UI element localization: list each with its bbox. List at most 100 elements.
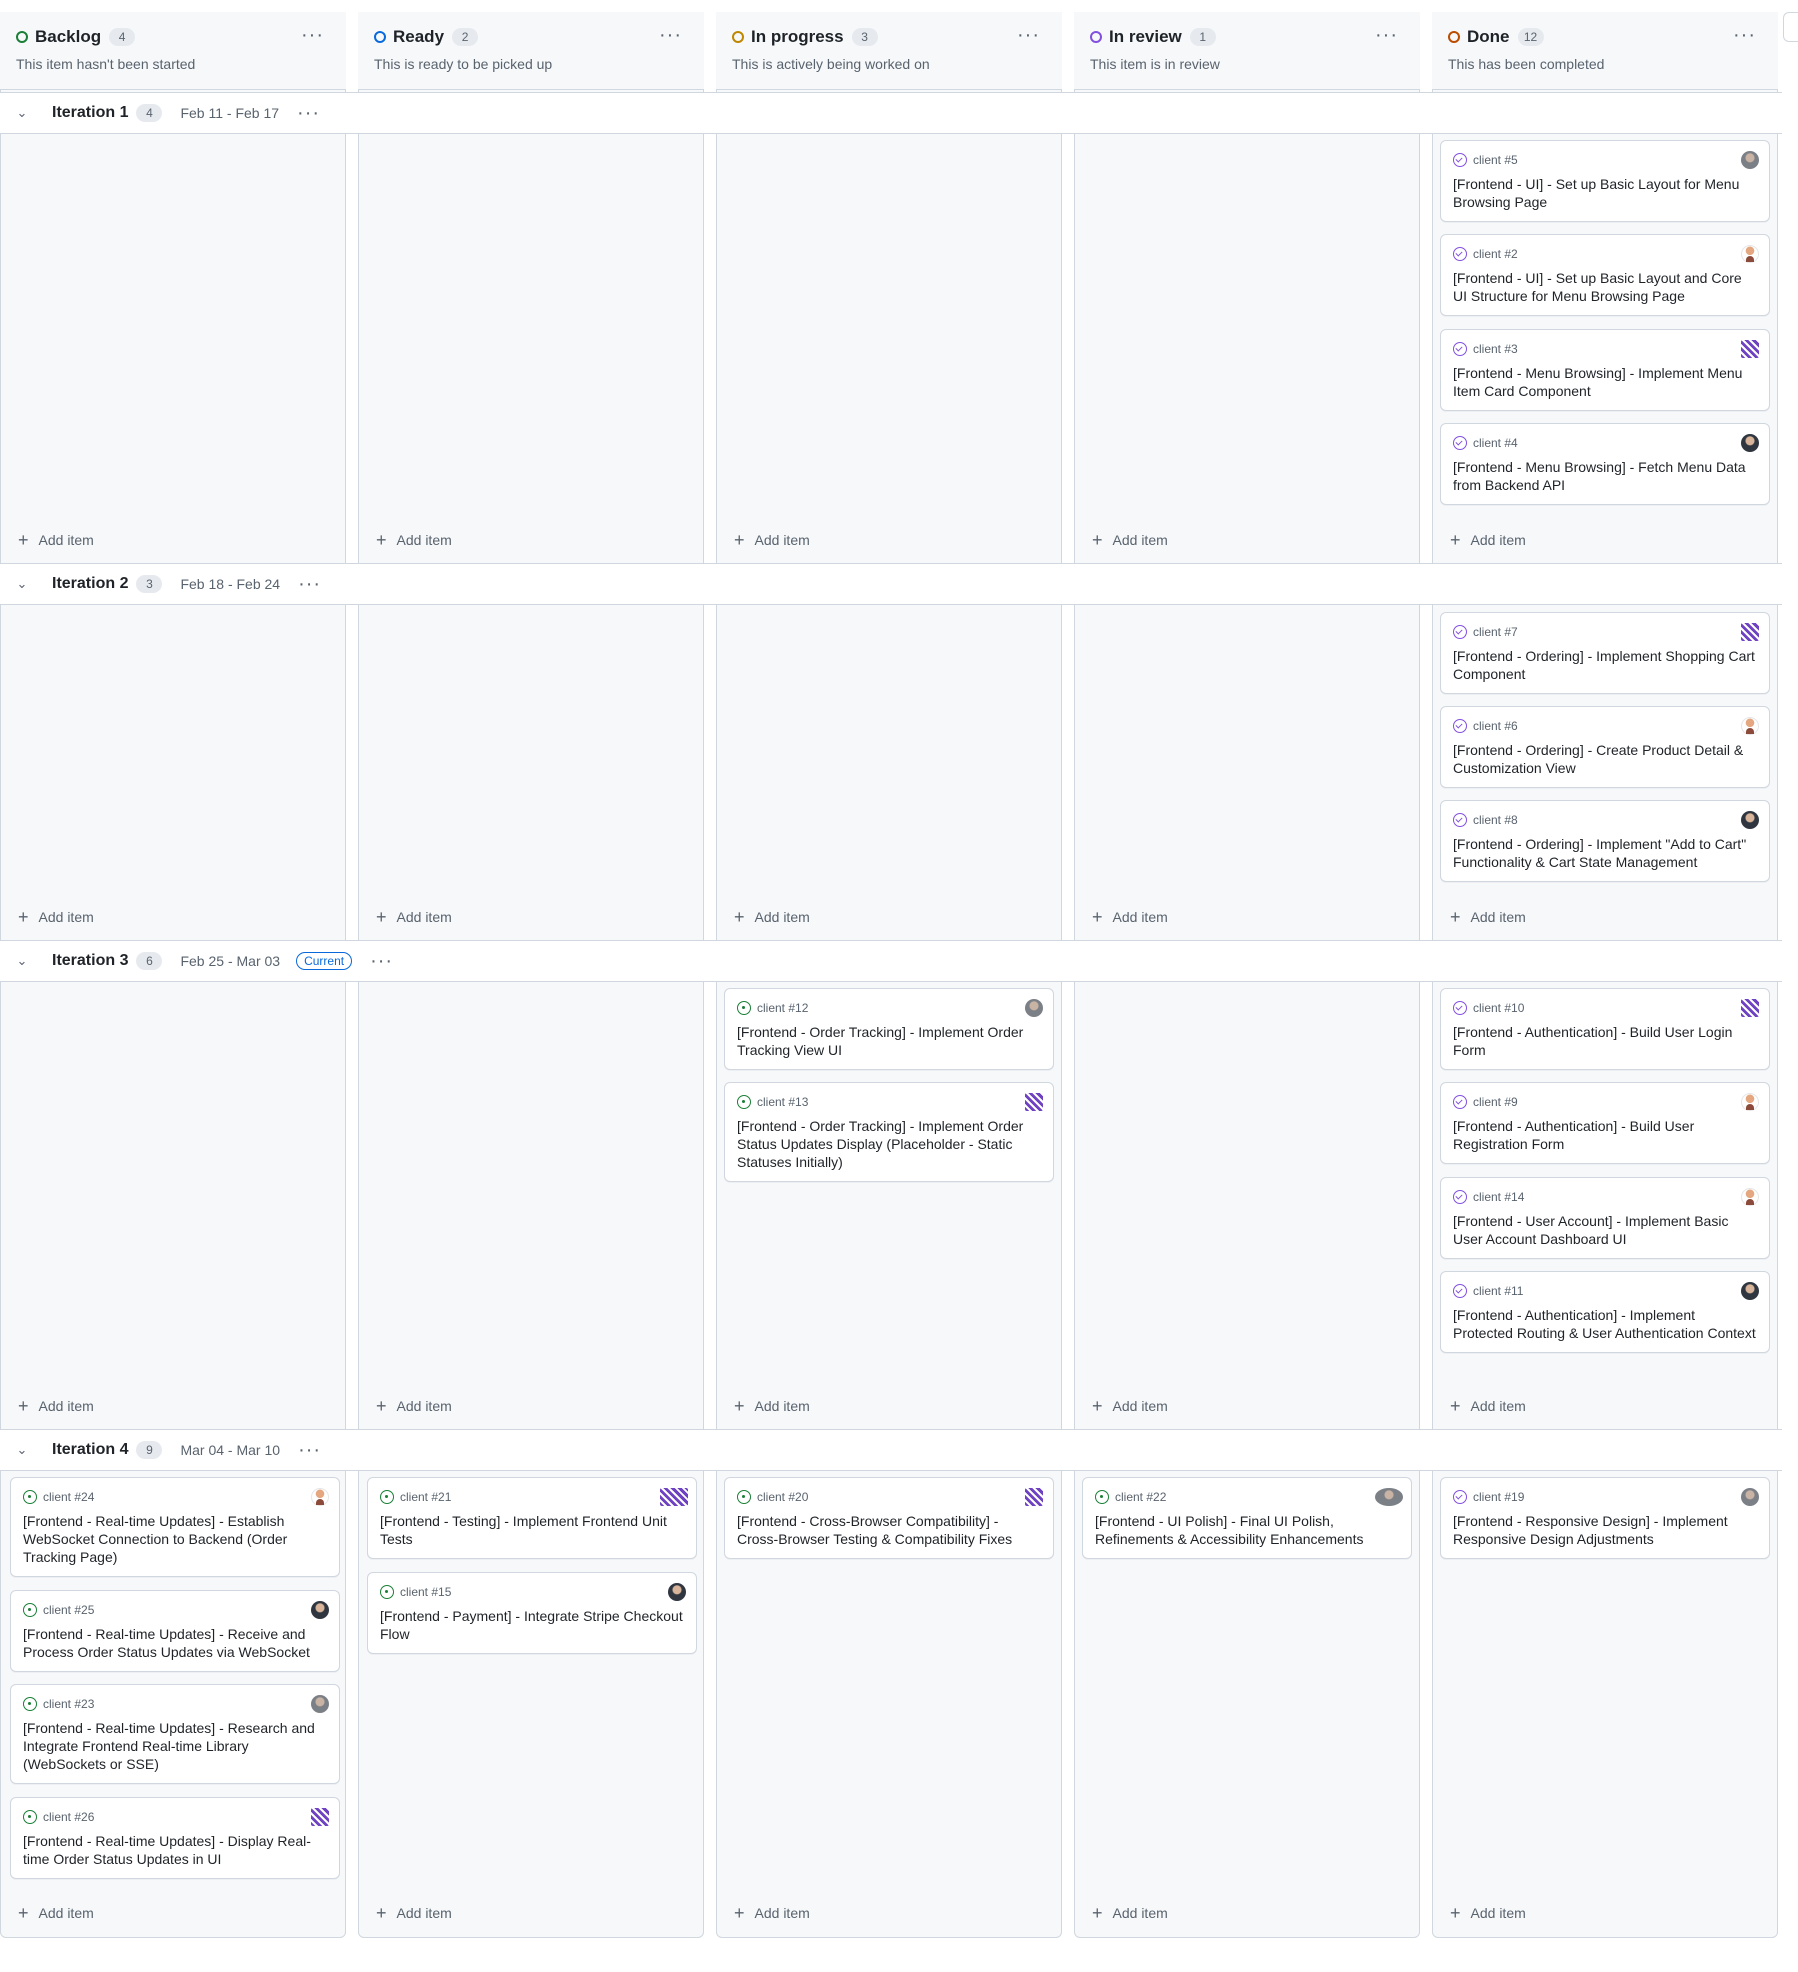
assignee-avatar[interactable] [1025,1093,1043,1111]
issue-ref[interactable]: client #10 [1473,1001,1524,1015]
issue-ref[interactable]: client #20 [757,1490,808,1504]
issue-ref[interactable]: client #9 [1473,1095,1518,1109]
issue-ref[interactable]: client #5 [1473,153,1518,167]
add-item-button[interactable]: + Add item [1450,531,1526,549]
issue-ref[interactable]: client #21 [400,1490,451,1504]
next-column-stub[interactable] [1783,12,1798,42]
issue-ref[interactable]: client #23 [43,1697,94,1711]
assignee-avatar[interactable] [1025,1488,1043,1506]
issue-card[interactable]: client #9 [Frontend - Authentication] - … [1440,1082,1770,1164]
issue-card[interactable]: client #25 [Frontend - Real-time Updates… [10,1590,340,1672]
assignee-avatar[interactable] [668,1583,686,1601]
issue-title[interactable]: [Frontend - Cross-Browser Compatibility]… [737,1512,1041,1548]
assignee-avatar[interactable] [1741,1488,1759,1506]
assignee-avatars[interactable] [660,1488,688,1506]
issue-card[interactable]: client #15 [Frontend - Payment] - Integr… [367,1572,697,1654]
issue-title[interactable]: [Frontend - UI] - Set up Basic Layout fo… [1453,175,1757,211]
assignee-avatar[interactable] [1741,717,1759,735]
add-item-button[interactable]: + Add item [1092,908,1168,926]
issue-title[interactable]: [Frontend - Payment] - Integrate Stripe … [380,1607,684,1643]
issue-ref[interactable]: client #26 [43,1810,94,1824]
issue-title[interactable]: [Frontend - Real-time Updates] - Receive… [23,1625,327,1661]
issue-ref[interactable]: client #4 [1473,436,1518,450]
assignee-avatar[interactable] [1741,999,1759,1017]
assignee-avatar[interactable] [311,1808,329,1826]
issue-ref[interactable]: client #8 [1473,813,1518,827]
issue-ref[interactable]: client #14 [1473,1190,1524,1204]
add-item-button[interactable]: + Add item [18,1397,94,1415]
issue-card[interactable]: client #12 [Frontend - Order Tracking] -… [724,988,1054,1070]
issue-title[interactable]: [Frontend - Menu Browsing] - Implement M… [1453,364,1757,400]
issue-ref[interactable]: client #6 [1473,719,1518,733]
issue-title[interactable]: [Frontend - UI] - Set up Basic Layout an… [1453,269,1757,305]
issue-title[interactable]: [Frontend - UI Polish] - Final UI Polish… [1095,1512,1399,1548]
add-item-button[interactable]: + Add item [1450,1904,1526,1922]
issue-card[interactable]: client #3 [Frontend - Menu Browsing] - I… [1440,329,1770,411]
add-item-button[interactable]: + Add item [734,1904,810,1922]
assignee-avatar[interactable] [1741,1282,1759,1300]
add-item-button[interactable]: + Add item [1450,1397,1526,1415]
assignee-avatar[interactable] [1741,340,1759,358]
column-menu-icon[interactable]: ··· [1017,25,1040,45]
issue-card[interactable]: client #2 [Frontend - UI] - Set up Basic… [1440,234,1770,316]
assignee-avatar[interactable] [1741,811,1759,829]
issue-ref[interactable]: client #15 [400,1585,451,1599]
add-item-button[interactable]: + Add item [376,531,452,549]
issue-title[interactable]: [Frontend - Menu Browsing] - Fetch Menu … [1453,458,1757,494]
issue-card[interactable]: client #24 [Frontend - Real-time Updates… [10,1477,340,1577]
issue-title[interactable]: [Frontend - Real-time Updates] - Researc… [23,1719,327,1773]
assignee-avatar[interactable] [1741,245,1759,263]
issue-card[interactable]: client #6 [Frontend - Ordering] - Create… [1440,706,1770,788]
issue-card[interactable]: client #7 [Frontend - Ordering] - Implem… [1440,612,1770,694]
add-item-button[interactable]: + Add item [18,531,94,549]
issue-ref[interactable]: client #19 [1473,1490,1524,1504]
issue-card[interactable]: client #5 [Frontend - UI] - Set up Basic… [1440,140,1770,222]
column-menu-icon[interactable]: ··· [1375,25,1398,45]
chevron-down-icon[interactable]: ⌄ [8,1442,36,1458]
issue-ref[interactable]: client #3 [1473,342,1518,356]
issue-title[interactable]: [Frontend - Ordering] - Create Product D… [1453,741,1757,777]
issue-ref[interactable]: client #22 [1115,1490,1166,1504]
assignee-avatar[interactable] [311,1695,329,1713]
assignee-avatar[interactable] [1741,151,1759,169]
issue-card[interactable]: client #19 [Frontend - Responsive Design… [1440,1477,1770,1559]
add-item-button[interactable]: + Add item [376,1397,452,1415]
issue-ref[interactable]: client #2 [1473,247,1518,261]
assignee-avatar[interactable] [1025,999,1043,1017]
add-item-button[interactable]: + Add item [734,1397,810,1415]
issue-ref[interactable]: client #13 [757,1095,808,1109]
column-menu-icon[interactable]: ··· [301,25,324,45]
add-item-button[interactable]: + Add item [734,531,810,549]
iteration-menu-icon[interactable]: ··· [298,574,321,594]
iteration-menu-icon[interactable]: ··· [297,103,320,123]
assignee-avatar[interactable] [1741,1188,1759,1206]
issue-card[interactable]: client #26 [Frontend - Real-time Updates… [10,1797,340,1879]
issue-card[interactable]: client #23 [Frontend - Real-time Updates… [10,1684,340,1784]
issue-title[interactable]: [Frontend - Ordering] - Implement "Add t… [1453,835,1757,871]
issue-title[interactable]: [Frontend - Real-time Updates] - Display… [23,1832,327,1868]
issue-title[interactable]: [Frontend - Authentication] - Build User… [1453,1023,1757,1059]
assignee-avatar[interactable] [311,1488,329,1506]
add-item-button[interactable]: + Add item [376,1904,452,1922]
assignee-avatar[interactable] [1741,623,1759,641]
assignee-avatars[interactable] [1375,1488,1403,1506]
issue-title[interactable]: [Frontend - Order Tracking] - Implement … [737,1023,1041,1059]
issue-ref[interactable]: client #25 [43,1603,94,1617]
column-menu-icon[interactable]: ··· [1733,25,1756,45]
assignee-avatar[interactable] [311,1601,329,1619]
issue-title[interactable]: [Frontend - Order Tracking] - Implement … [737,1117,1041,1171]
issue-title[interactable]: [Frontend - Real-time Updates] - Establi… [23,1512,327,1566]
add-item-button[interactable]: + Add item [734,908,810,926]
chevron-down-icon[interactable]: ⌄ [8,576,36,592]
issue-title[interactable]: [Frontend - Testing] - Implement Fronten… [380,1512,684,1548]
assignee-avatar[interactable] [1741,1093,1759,1111]
add-item-button[interactable]: + Add item [1092,531,1168,549]
issue-card[interactable]: client #4 [Frontend - Menu Browsing] - F… [1440,423,1770,505]
iteration-menu-icon[interactable]: ··· [298,1440,321,1460]
add-item-button[interactable]: + Add item [18,1904,94,1922]
add-item-button[interactable]: + Add item [376,908,452,926]
issue-ref[interactable]: client #7 [1473,625,1518,639]
add-item-button[interactable]: + Add item [1092,1904,1168,1922]
issue-title[interactable]: [Frontend - Ordering] - Implement Shoppi… [1453,647,1757,683]
issue-ref[interactable]: client #12 [757,1001,808,1015]
